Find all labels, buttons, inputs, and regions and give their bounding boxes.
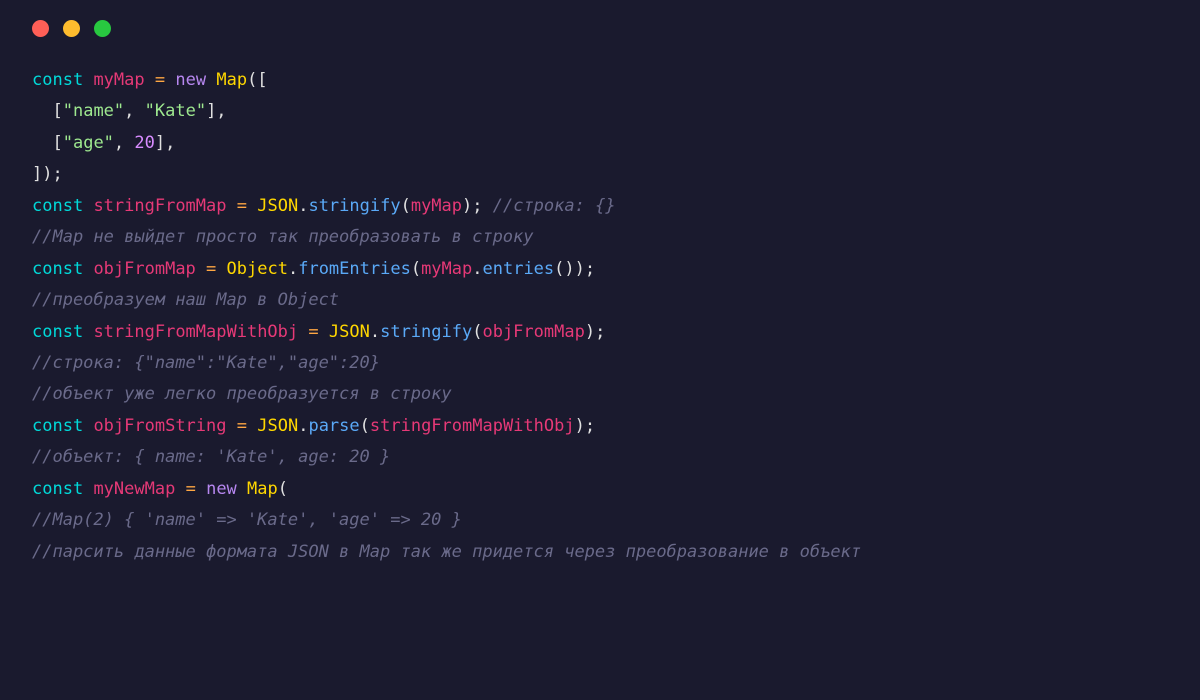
code-window: const myMap = new Map([ ["name", "Kate"]… <box>0 0 1200 700</box>
code-line: ["name", "Kate"], <box>32 101 227 121</box>
minimize-icon[interactable] <box>63 20 80 37</box>
code-line: //Map(2) { 'name' => 'Kate', 'age' => 20… <box>32 510 462 530</box>
code-line: //Map не выйдет просто так преобразовать… <box>32 227 534 247</box>
code-line: const myMap = new Map([ <box>32 70 268 90</box>
code-line: const stringFromMap = JSON.stringify(myM… <box>32 196 616 216</box>
code-line: const objFromMap = Object.fromEntries(my… <box>32 259 595 279</box>
close-icon[interactable] <box>32 20 49 37</box>
code-line: //строка: {"name":"Kate","age":20} <box>32 353 380 373</box>
code-block: const myMap = new Map([ ["name", "Kate"]… <box>0 45 1200 588</box>
code-line: //объект: { name: 'Kate', age: 20 } <box>32 447 390 467</box>
window-titlebar <box>0 0 1200 45</box>
code-line: //объект уже легко преобразуется в строк… <box>32 384 452 404</box>
code-line: const stringFromMapWithObj = JSON.string… <box>32 322 605 342</box>
code-line: ["age", 20], <box>32 133 175 153</box>
maximize-icon[interactable] <box>94 20 111 37</box>
code-line: const myNewMap = new Map( //Map(2) { 'na… <box>32 479 861 562</box>
code-line: //преобразуем наш Map в Object <box>32 290 339 310</box>
code-line: const objFromString = JSON.parse(stringF… <box>32 416 595 436</box>
code-line: //парсить данные формата JSON в Map так … <box>32 542 861 562</box>
code-line: ]); <box>32 164 63 184</box>
